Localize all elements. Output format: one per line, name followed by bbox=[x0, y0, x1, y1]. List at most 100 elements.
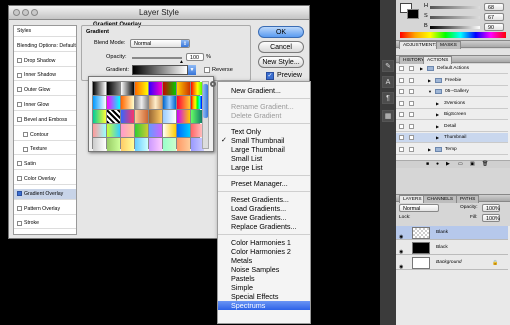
style-item[interactable]: Outer Glow bbox=[14, 85, 76, 97]
slider-h-value[interactable]: 68 bbox=[484, 3, 504, 11]
style-item[interactable]: Blending Options: Default bbox=[14, 41, 76, 52]
menu-item[interactable]: Metals bbox=[218, 256, 310, 265]
picker-menu-arrow-icon[interactable]: ▸ bbox=[210, 81, 216, 87]
picker-scroll-thumb[interactable] bbox=[203, 84, 208, 118]
gradient-swatch[interactable] bbox=[149, 82, 162, 95]
menu-item[interactable]: Large Thumbnail bbox=[218, 145, 310, 154]
action-dialog-toggle[interactable] bbox=[409, 146, 414, 152]
menu-item[interactable]: New Gradient... bbox=[218, 86, 310, 95]
gradient-swatch[interactable] bbox=[107, 138, 120, 151]
menu-item[interactable]: Text Only bbox=[218, 127, 310, 136]
action-toggle-checkbox[interactable] bbox=[399, 112, 404, 117]
gradient-swatch[interactable] bbox=[93, 96, 106, 109]
gradient-swatch[interactable] bbox=[177, 96, 190, 109]
gradient-swatch[interactable] bbox=[149, 110, 162, 123]
style-item[interactable]: Inner Shadow bbox=[14, 70, 76, 82]
action-toggle-checkbox[interactable] bbox=[399, 135, 404, 140]
gradient-swatch[interactable] bbox=[135, 110, 148, 123]
action-row[interactable]: ▶ Default Actions bbox=[396, 64, 508, 74]
action-toggle-checkbox[interactable] bbox=[399, 77, 404, 83]
slider-s-value[interactable]: 67 bbox=[484, 13, 504, 21]
tab-layers[interactable]: LAYERS bbox=[399, 195, 426, 203]
style-checkbox[interactable] bbox=[17, 176, 22, 182]
style-checkbox[interactable] bbox=[17, 102, 22, 108]
tool-preset-icon[interactable]: ▦ bbox=[382, 110, 394, 122]
minimize-window-icon[interactable] bbox=[22, 9, 29, 16]
style-item[interactable]: Bevel and Emboss bbox=[14, 115, 76, 126]
reverse-checkbox[interactable] bbox=[204, 67, 210, 73]
action-row[interactable]: ▶ BigScreen bbox=[396, 110, 508, 120]
style-checkbox[interactable] bbox=[17, 190, 22, 196]
action-dialog-toggle[interactable] bbox=[409, 89, 414, 94]
action-row[interactable]: ▼ 05--Gallery bbox=[396, 87, 508, 97]
menu-item[interactable]: Spectrums bbox=[218, 301, 310, 310]
eye-icon[interactable]: ◉ bbox=[399, 260, 403, 274]
gradient-swatch[interactable] bbox=[177, 138, 190, 151]
picker-scrollbar[interactable] bbox=[202, 81, 209, 149]
blend-mode-select[interactable]: Normal ⇕ bbox=[130, 39, 190, 48]
gradient-swatch[interactable] bbox=[93, 82, 106, 95]
zoom-window-icon[interactable] bbox=[31, 9, 38, 16]
gradient-swatch[interactable] bbox=[177, 124, 190, 137]
menu-item[interactable]: Large List bbox=[218, 163, 310, 172]
gradient-swatch[interactable] bbox=[93, 138, 106, 151]
gradient-swatch[interactable] bbox=[149, 96, 162, 109]
action-toggle-checkbox[interactable] bbox=[399, 89, 404, 94]
menu-item[interactable]: Preset Manager... bbox=[218, 179, 310, 188]
gradient-dropdown-icon[interactable]: ▼ bbox=[188, 65, 196, 75]
ok-button[interactable]: OK bbox=[258, 26, 304, 38]
trash-icon[interactable]: 🗑 bbox=[482, 161, 488, 167]
slider-h[interactable] bbox=[430, 6, 480, 9]
disclosure-closed-icon[interactable]: ▶ bbox=[436, 133, 439, 143]
gradient-swatch[interactable] bbox=[93, 124, 106, 137]
disclosure-closed-icon[interactable]: ▶ bbox=[420, 64, 423, 74]
style-item[interactable]: Pattern Overlay bbox=[14, 204, 76, 215]
stop-icon[interactable]: ■ bbox=[426, 161, 429, 167]
style-item[interactable]: Inner Glow bbox=[14, 100, 76, 111]
layers-fill-field[interactable]: 100% bbox=[482, 214, 500, 222]
menu-item[interactable]: Color Harmonies 1 bbox=[218, 238, 310, 247]
gradient-swatch[interactable] bbox=[149, 124, 162, 137]
menu-item[interactable]: Small List bbox=[218, 154, 310, 163]
menu-item[interactable]: Reset Gradients... bbox=[218, 195, 310, 204]
menu-item[interactable]: Save Gradients... bbox=[218, 213, 310, 222]
play-icon[interactable]: ▶ bbox=[446, 161, 450, 167]
menu-item[interactable]: Color Harmonies 2 bbox=[218, 247, 310, 256]
tab-paths[interactable]: PATHS bbox=[456, 195, 480, 203]
folder-icon[interactable]: ▭ bbox=[458, 161, 463, 167]
gradient-swatch[interactable] bbox=[177, 110, 190, 123]
gradient-swatch[interactable] bbox=[149, 138, 162, 151]
slider-b-value[interactable]: 90 bbox=[484, 23, 504, 31]
style-checkbox[interactable] bbox=[17, 205, 22, 211]
style-item[interactable]: Stroke bbox=[14, 218, 76, 230]
color-swatches[interactable] bbox=[400, 3, 420, 19]
character-panel-icon[interactable]: A bbox=[382, 76, 394, 88]
slider-b[interactable] bbox=[430, 26, 480, 29]
menu-item[interactable]: ✓ Small Thumbnail bbox=[218, 136, 310, 145]
gradient-swatch[interactable] bbox=[163, 82, 176, 95]
dialog-titlebar[interactable]: Layer Style bbox=[9, 6, 309, 20]
gradient-swatch[interactable] bbox=[135, 124, 148, 137]
style-item[interactable]: Styles bbox=[14, 26, 76, 37]
action-row[interactable]: ▶ Detail bbox=[396, 121, 508, 132]
gradient-swatch[interactable] bbox=[135, 96, 148, 109]
gradient-swatch[interactable] bbox=[163, 110, 176, 123]
action-row[interactable]: ▶ Freebie bbox=[396, 75, 508, 86]
gradient-swatch[interactable] bbox=[107, 110, 120, 123]
gradient-swatch[interactable] bbox=[121, 138, 134, 151]
slider-s[interactable] bbox=[430, 16, 480, 19]
layer-row[interactable]: ◉ Background 🔒 bbox=[396, 256, 508, 270]
layer-row[interactable]: ◉ Blank bbox=[396, 226, 508, 240]
gradient-swatch[interactable] bbox=[107, 96, 120, 109]
menu-item[interactable]: Simple bbox=[218, 283, 310, 292]
brush-tool-icon[interactable]: ✎ bbox=[382, 60, 394, 72]
layer-row[interactable]: ◉ Black bbox=[396, 241, 508, 255]
style-checkbox[interactable] bbox=[17, 57, 22, 63]
record-icon[interactable]: ● bbox=[436, 161, 439, 167]
opacity-slider[interactable] bbox=[132, 57, 182, 59]
style-item[interactable]: Gradient Overlay bbox=[14, 188, 76, 200]
action-toggle-checkbox[interactable] bbox=[399, 66, 404, 71]
preview-checkbox[interactable]: ✓ bbox=[266, 72, 274, 80]
action-toggle-checkbox[interactable] bbox=[399, 123, 404, 129]
tab-actions[interactable]: ACTIONS bbox=[423, 56, 453, 64]
